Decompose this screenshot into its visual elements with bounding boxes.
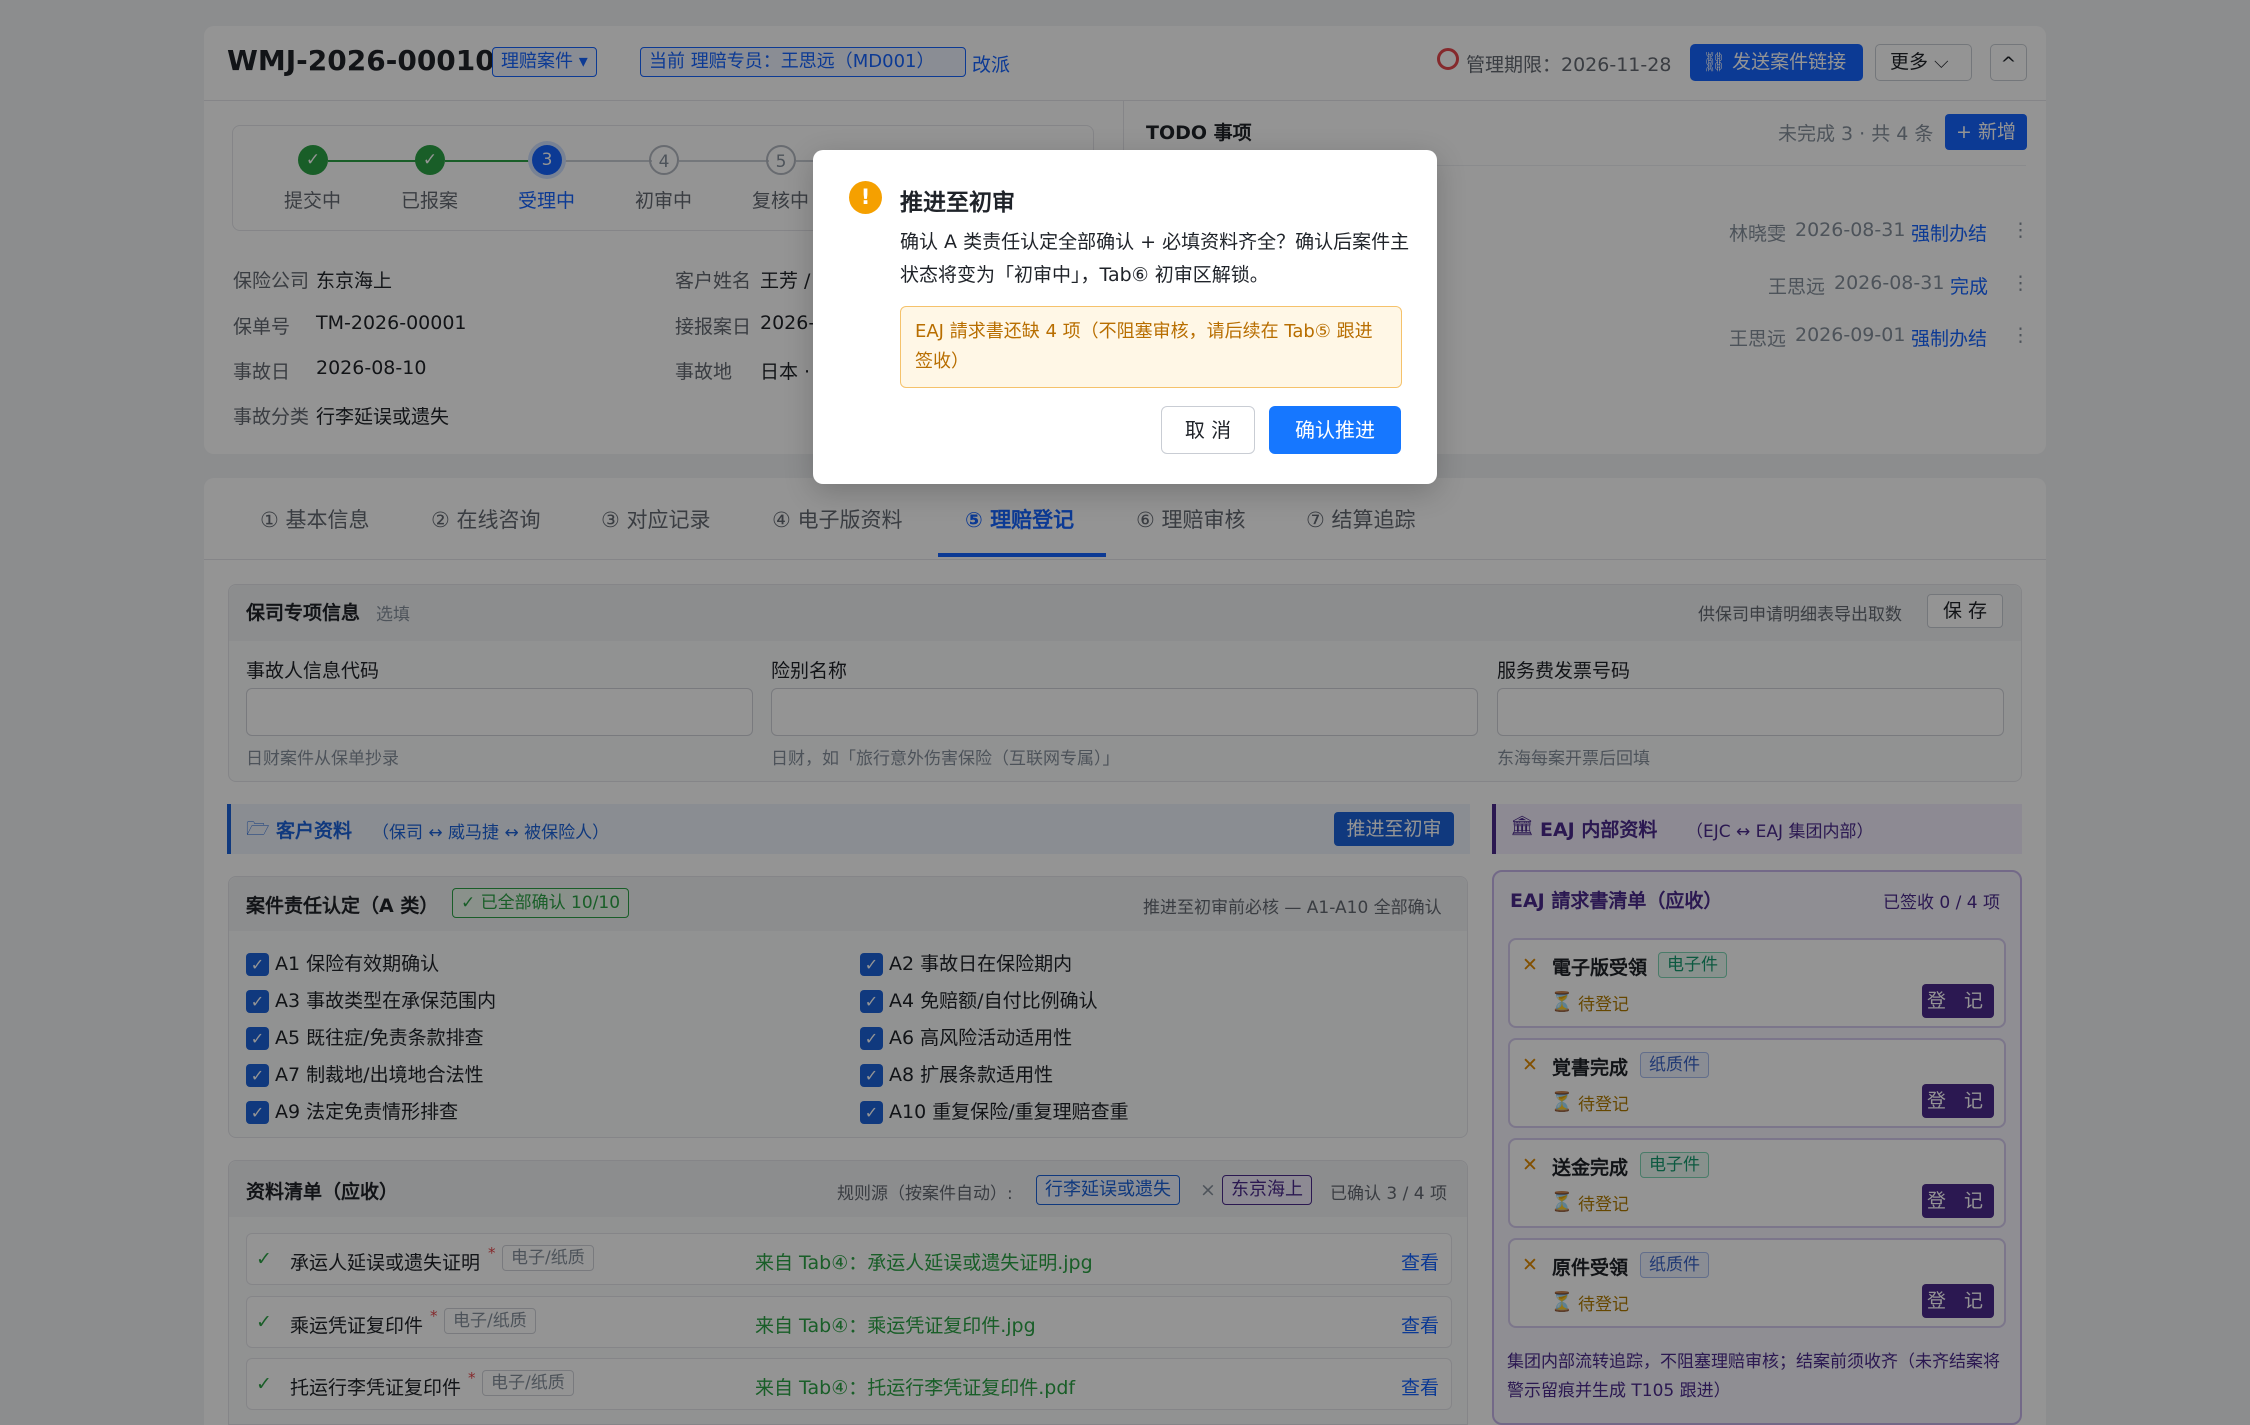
modal-warning: EAJ 請求書还缺 4 项（不阻塞审核，请后续在 Tab⑤ 跟进签收） <box>900 306 1402 388</box>
confirm-advance-button[interactable]: 确认推进 <box>1269 406 1401 454</box>
warning-icon: ! <box>849 181 882 214</box>
modal-title: 推进至初审 <box>900 190 1015 216</box>
modal-body: 确认 A 类责任认定全部确认 + 必填资料齐全？确认后案件主状态将变为「初审中」… <box>900 231 1410 286</box>
advance-confirm-modal: ! 推进至初审 确认 A 类责任认定全部确认 + 必填资料齐全？确认后案件主状态… <box>813 150 1437 484</box>
cancel-button[interactable]: 取 消 <box>1161 406 1255 454</box>
